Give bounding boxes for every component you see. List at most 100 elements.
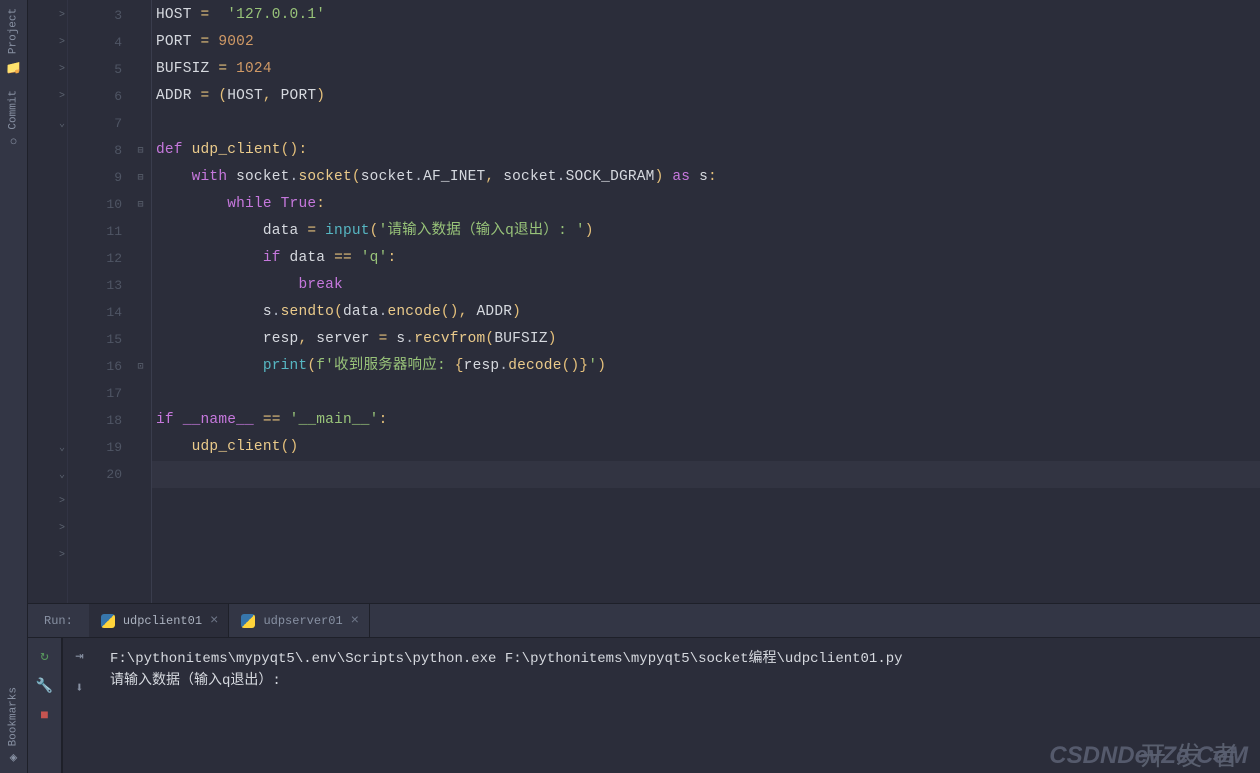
line-number: 6	[68, 83, 130, 110]
code-line[interactable]: def udp_client():	[152, 137, 1260, 164]
code-line[interactable]: PORT = 9002	[152, 29, 1260, 56]
run-tabs-bar: Run: udpclient01 × udpserver01 ×	[28, 604, 1260, 638]
code-line[interactable]: break	[152, 272, 1260, 299]
breadcrumb-chevron[interactable]: >	[28, 488, 65, 515]
breadcrumb-chevron[interactable]	[28, 353, 65, 380]
breadcrumb-chevron[interactable]	[28, 326, 65, 353]
breadcrumb-chevron[interactable]: >	[28, 29, 65, 56]
line-number: 9	[68, 164, 130, 191]
code-line[interactable]: HOST = '127.0.0.1'	[152, 2, 1260, 29]
breadcrumb-chevron[interactable]: ⌄	[28, 110, 65, 137]
fold-marker[interactable]: ⊡	[130, 353, 151, 380]
fold-marker[interactable]: ⊟	[130, 191, 151, 218]
breadcrumb-chevron[interactable]: >	[28, 515, 65, 542]
fold-marker[interactable]: ⊟	[130, 164, 151, 191]
line-number-gutter: 34567891011121314151617181920	[68, 0, 130, 603]
code-editor[interactable]: >>>>⌄⌄⌄>>> 34567891011121314151617181920…	[28, 0, 1260, 603]
tab-name: udpclient01	[123, 614, 202, 628]
code-line[interactable]: while True:	[152, 191, 1260, 218]
line-number: 15	[68, 326, 130, 353]
breadcrumb-chevron[interactable]	[28, 137, 65, 164]
tab-name: udpserver01	[263, 614, 342, 628]
breadcrumb-chevron[interactable]: ⌄	[28, 461, 65, 488]
tab-label: Commit	[8, 90, 20, 130]
fold-marker	[130, 110, 151, 137]
line-number: 8	[68, 137, 130, 164]
line-number: 16	[68, 353, 130, 380]
breadcrumb-chevron[interactable]	[28, 164, 65, 191]
console-output[interactable]: F:\pythonitems\mypyqt5\.env\Scripts\pyth…	[96, 638, 1260, 773]
code-line[interactable]: if data == 'q':	[152, 245, 1260, 272]
run-label: Run:	[28, 614, 89, 628]
fold-marker	[130, 434, 151, 461]
code-line[interactable]	[152, 380, 1260, 407]
step-button[interactable]: ⇥	[70, 646, 90, 666]
breadcrumb-chevron[interactable]	[28, 299, 65, 326]
breadcrumb-chevron[interactable]	[28, 272, 65, 299]
code-line[interactable]: data = input('请输入数据（输入q退出）: ')	[152, 218, 1260, 245]
python-icon	[241, 614, 255, 628]
console-line: F:\pythonitems\mypyqt5\.env\Scripts\pyth…	[110, 648, 1246, 670]
commit-icon: ○	[6, 134, 21, 149]
close-icon[interactable]: ×	[210, 613, 218, 629]
run-tab-client[interactable]: udpclient01 ×	[89, 604, 230, 637]
breadcrumb-chevron[interactable]	[28, 218, 65, 245]
folder-icon: 📁	[6, 58, 21, 74]
console-line: 请输入数据（输入q退出）:	[110, 670, 1246, 692]
commit-tab[interactable]: ○ Commit	[0, 82, 27, 157]
breadcrumb-chevron[interactable]: >	[28, 2, 65, 29]
watermark-site: CSDNDevZe.CoM	[1049, 745, 1248, 767]
stop-button[interactable]: ■	[35, 706, 55, 726]
code-body[interactable]: HOST = '127.0.0.1'PORT = 9002BUFSIZ = 10…	[152, 0, 1260, 603]
breadcrumb-chevron[interactable]: >	[28, 83, 65, 110]
fold-marker[interactable]: ⊟	[130, 137, 151, 164]
breadcrumb-chevron[interactable]	[28, 245, 65, 272]
bookmarks-tab[interactable]: ◈ Bookmarks	[0, 679, 27, 773]
line-number: 13	[68, 272, 130, 299]
tool-window-bar: 📁 Project ○ Commit ◈ Bookmarks	[0, 0, 28, 773]
breadcrumb-chevron[interactable]: ⌄	[28, 434, 65, 461]
breadcrumb-chevron[interactable]	[28, 380, 65, 407]
breadcrumb-chevron[interactable]	[28, 191, 65, 218]
line-number: 7	[68, 110, 130, 137]
python-icon	[101, 614, 115, 628]
fold-marker	[130, 407, 151, 434]
run-tab-server[interactable]: udpserver01 ×	[229, 604, 370, 637]
fold-marker	[130, 299, 151, 326]
fold-marker	[130, 56, 151, 83]
fold-gutter: ⊟⊟⊟⊡	[130, 0, 152, 603]
line-number: 4	[68, 29, 130, 56]
line-number: 5	[68, 56, 130, 83]
breadcrumb-chevron[interactable]: >	[28, 56, 65, 83]
breadcrumb-chevron[interactable]	[28, 407, 65, 434]
project-tab[interactable]: 📁 Project	[0, 0, 27, 82]
code-line[interactable]: if __name__ == '__main__':▶	[152, 407, 1260, 434]
code-line[interactable]: s.sendto(data.encode(), ADDR)	[152, 299, 1260, 326]
line-number: 11	[68, 218, 130, 245]
line-number: 17	[68, 380, 130, 407]
code-line[interactable]	[152, 461, 1260, 488]
fold-marker	[130, 272, 151, 299]
line-number: 14	[68, 299, 130, 326]
fold-marker	[130, 245, 151, 272]
wrench-button[interactable]: 🔧	[35, 676, 55, 696]
breadcrumb-chevron[interactable]: >	[28, 542, 65, 569]
code-line[interactable]: with socket.socket(socket.AF_INET, socke…	[152, 164, 1260, 191]
fold-marker	[130, 83, 151, 110]
code-line[interactable]: udp_client()	[152, 434, 1260, 461]
rerun-button[interactable]: ↻	[35, 646, 55, 666]
line-number: 12	[68, 245, 130, 272]
code-line[interactable]: BUFSIZ = 1024	[152, 56, 1260, 83]
code-line[interactable]	[152, 110, 1260, 137]
code-line[interactable]: resp, server = s.recvfrom(BUFSIZ)	[152, 326, 1260, 353]
code-line[interactable]: ADDR = (HOST, PORT)	[152, 83, 1260, 110]
line-number: 10	[68, 191, 130, 218]
line-number: 3	[68, 2, 130, 29]
line-number: 18	[68, 407, 130, 434]
close-icon[interactable]: ×	[351, 613, 359, 629]
tab-label: Bookmarks	[8, 687, 20, 746]
line-number: 19	[68, 434, 130, 461]
code-line[interactable]: print(f'收到服务器响应: {resp.decode()}')	[152, 353, 1260, 380]
fold-marker	[130, 218, 151, 245]
scroll-button[interactable]: ⬇	[70, 678, 90, 698]
